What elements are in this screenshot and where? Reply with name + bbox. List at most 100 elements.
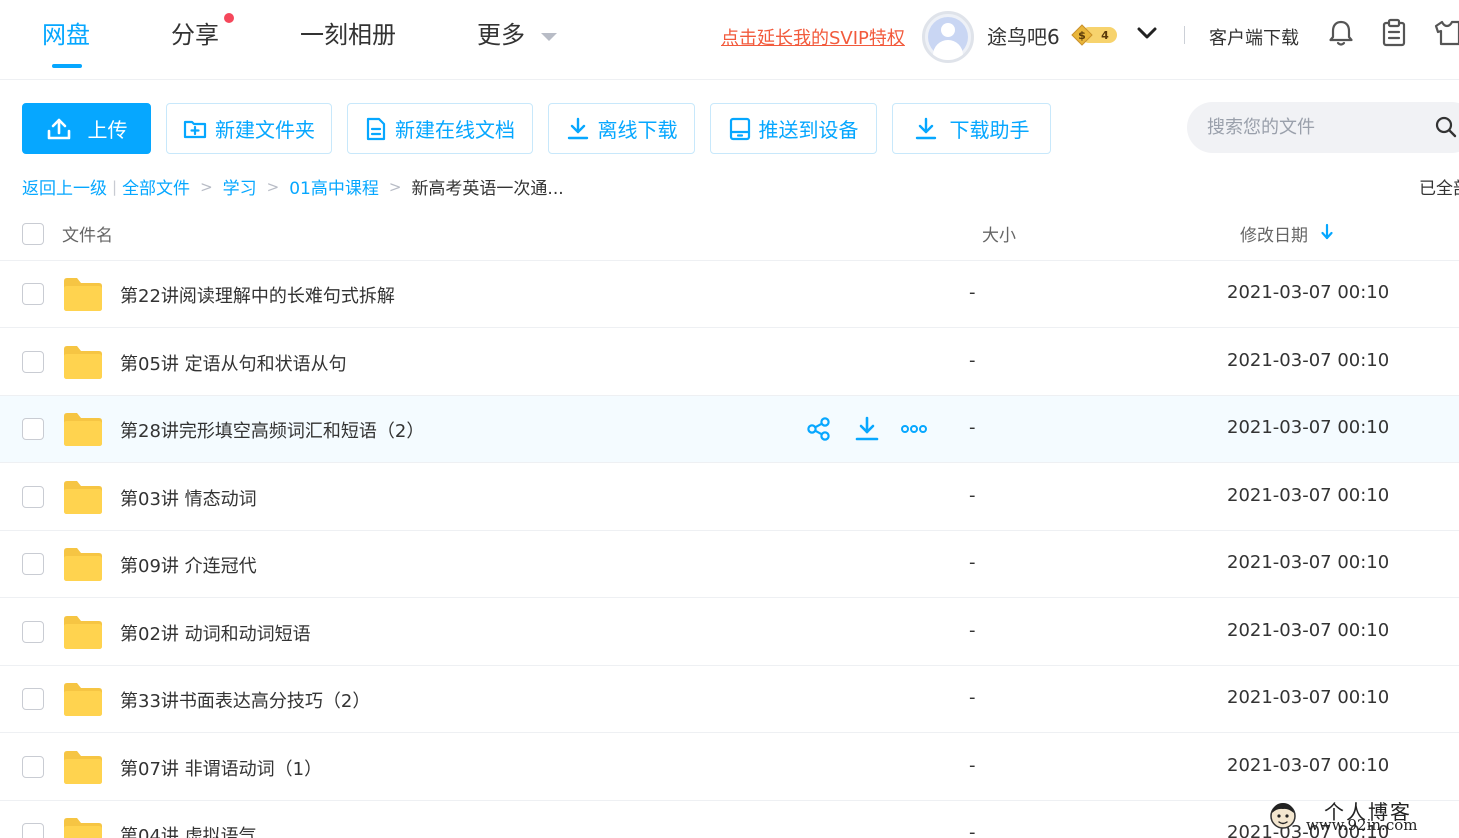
avatar-head <box>941 23 955 37</box>
table-row[interactable]: 第02讲 动词和动词短语 - 2021-03-07 00:10 <box>0 599 1459 666</box>
table-row[interactable]: 第03讲 情态动词 - 2021-03-07 00:10 <box>0 464 1459 531</box>
file-name[interactable]: 第05讲 定语从句和状语从句 <box>120 350 347 376</box>
folder-icon <box>64 818 102 838</box>
table-header: 文件名 大小 修改日期 <box>0 205 1459 261</box>
row-checkbox[interactable] <box>22 553 44 575</box>
search-icon[interactable] <box>1435 116 1457 138</box>
file-name[interactable]: 第04讲 虚拟语气 <box>120 822 257 838</box>
table-row[interactable]: 第09讲 介连冠代 - 2021-03-07 00:10 <box>0 531 1459 598</box>
file-name[interactable]: 第02讲 动词和动词短语 <box>120 620 311 646</box>
file-modified-date: 2021-03-07 00:10 <box>1227 417 1390 438</box>
row-checkbox[interactable] <box>22 283 44 305</box>
file-modified-date: 2021-03-07 00:10 <box>1227 687 1390 708</box>
more-options-icon[interactable] <box>901 416 927 442</box>
download-helper-button[interactable]: 下载助手 <box>892 103 1051 154</box>
upload-label: 上传 <box>87 118 128 142</box>
share-notification-dot <box>224 13 234 23</box>
svip-badge-symbol: $ <box>1078 29 1086 42</box>
folder-icon <box>64 480 102 514</box>
file-size: - <box>969 417 976 438</box>
file-modified-date: 2021-03-07 00:10 <box>1227 552 1390 573</box>
file-name[interactable]: 第09讲 介连冠代 <box>120 552 257 578</box>
svip-extend-link[interactable]: 点击延长我的SVIP特权 <box>721 24 905 50</box>
row-checkbox[interactable] <box>22 620 44 643</box>
clipboard-icon[interactable] <box>1380 18 1408 48</box>
column-header-name[interactable]: 文件名 <box>62 221 113 246</box>
download-helper-label: 下载助手 <box>949 118 1030 142</box>
offline-download-label: 离线下载 <box>597 118 678 142</box>
file-name[interactable]: 第07讲 非谓语动词（1） <box>120 755 322 781</box>
tab-moment-album[interactable]: 一刻相册 <box>300 18 396 52</box>
select-all-checkbox[interactable] <box>22 223 44 245</box>
table-row[interactable]: 第04讲 虚拟语气 -2021-03-07 00:10 <box>0 801 1459 838</box>
row-checkbox[interactable] <box>22 688 44 710</box>
table-row[interactable]: 第28讲完形填空高频词汇和短语（2） - 2021-03-07 00:10 <box>0 396 1459 463</box>
bell-icon[interactable] <box>1327 18 1355 48</box>
tab-netdisk[interactable]: 网盘 <box>42 18 90 52</box>
new-online-doc-button[interactable]: 新建在线文档 <box>347 103 533 154</box>
watermark: 个人博客 www.92in.com <box>1262 796 1452 836</box>
avatar-shoulders <box>933 40 963 60</box>
row-checkbox[interactable] <box>22 418 44 440</box>
new-folder-button[interactable]: 新建文件夹 <box>166 103 332 154</box>
row-checkbox[interactable] <box>22 823 44 838</box>
search-input[interactable] <box>1207 102 1427 153</box>
breadcrumb-study[interactable]: 学习 <box>223 174 257 199</box>
offline-download-button[interactable]: 离线下载 <box>548 103 695 154</box>
breadcrumb-all-files[interactable]: 全部文件 <box>122 174 190 199</box>
breadcrumb: 返回上一级 | 全部文件 > 学习 > 01高中课程 > 新高考英语一次通... <box>22 174 564 200</box>
tab-share[interactable]: 分享 <box>171 18 219 52</box>
folder-icon <box>64 615 102 649</box>
folder-icon <box>64 683 102 716</box>
folder-icon <box>64 278 102 311</box>
row-checkbox[interactable] <box>22 350 44 373</box>
sort-down-arrow-icon[interactable] <box>1320 223 1334 241</box>
push-to-device-button[interactable]: 推送到设备 <box>710 103 877 154</box>
file-name[interactable]: 第22讲阅读理解中的长难句式拆解 <box>120 282 395 308</box>
table-row[interactable]: 第05讲 定语从句和状语从句 - 2021-03-07 00:10 <box>0 329 1459 396</box>
table-row[interactable]: 第22讲阅读理解中的长难句式拆解 - 2021-03-07 00:10 <box>0 261 1459 328</box>
breadcrumb-back[interactable]: 返回上一级 <box>22 174 107 199</box>
chevron-down-icon[interactable] <box>1136 24 1158 42</box>
breadcrumb-separator: > <box>266 177 280 196</box>
folder-icon <box>64 345 102 379</box>
top-nav: 网盘 分享 一刻相册 更多 点击延长我的SVIP特权 途鸟吧6 $ 4 客户端下… <box>0 0 1459 80</box>
svip-badge-icon: $ 4 <box>1071 24 1117 46</box>
file-size: - <box>969 754 976 776</box>
breadcrumb-separator: > <box>388 177 402 196</box>
download-icon[interactable] <box>854 416 880 442</box>
file-name[interactable]: 第03讲 情态动词 <box>120 485 257 511</box>
row-checkbox[interactable] <box>22 485 44 508</box>
column-header-size[interactable]: 大小 <box>982 221 1016 246</box>
column-header-modified[interactable]: 修改日期 <box>1240 221 1308 246</box>
upload-button[interactable]: 上传 <box>22 103 151 154</box>
table-row[interactable]: 第33讲书面表达高分技巧（2） - 2021-03-07 00:10 <box>0 666 1459 733</box>
avatar[interactable] <box>922 11 974 63</box>
download-icon <box>567 117 588 139</box>
file-modified-date: 2021-03-07 00:10 <box>1227 754 1390 776</box>
row-checkbox[interactable] <box>22 755 44 778</box>
new-folder-label: 新建文件夹 <box>215 118 315 142</box>
share-icon[interactable] <box>806 416 832 442</box>
tab-more[interactable]: 更多 <box>477 18 525 52</box>
shirt-icon[interactable] <box>1433 18 1459 48</box>
file-modified-date: 2021-03-07 00:10 <box>1227 619 1390 641</box>
file-size: - <box>969 552 976 573</box>
download-icon <box>915 117 936 139</box>
file-modified-date: 2021-03-07 00:10 <box>1227 484 1390 506</box>
loaded-status-text: 已全部 <box>1419 179 1459 199</box>
caret-down-icon[interactable] <box>541 33 557 41</box>
username[interactable]: 途鸟吧6 <box>987 21 1060 50</box>
file-size: - <box>969 484 976 506</box>
file-size: - <box>969 282 976 303</box>
file-name[interactable]: 第28讲完形填空高频词汇和短语（2） <box>120 417 424 443</box>
file-size: - <box>969 349 976 371</box>
folder-icon <box>64 548 102 581</box>
search-box <box>1187 102 1459 153</box>
file-size: - <box>969 619 976 641</box>
folder-icon <box>64 750 102 784</box>
table-row[interactable]: 第07讲 非谓语动词（1） - 2021-03-07 00:10 <box>0 734 1459 801</box>
client-download-link[interactable]: 客户端下载 <box>1209 24 1299 50</box>
breadcrumb-highschool-courses[interactable]: 01高中课程 <box>289 174 379 199</box>
file-name[interactable]: 第33讲书面表达高分技巧（2） <box>120 687 370 713</box>
